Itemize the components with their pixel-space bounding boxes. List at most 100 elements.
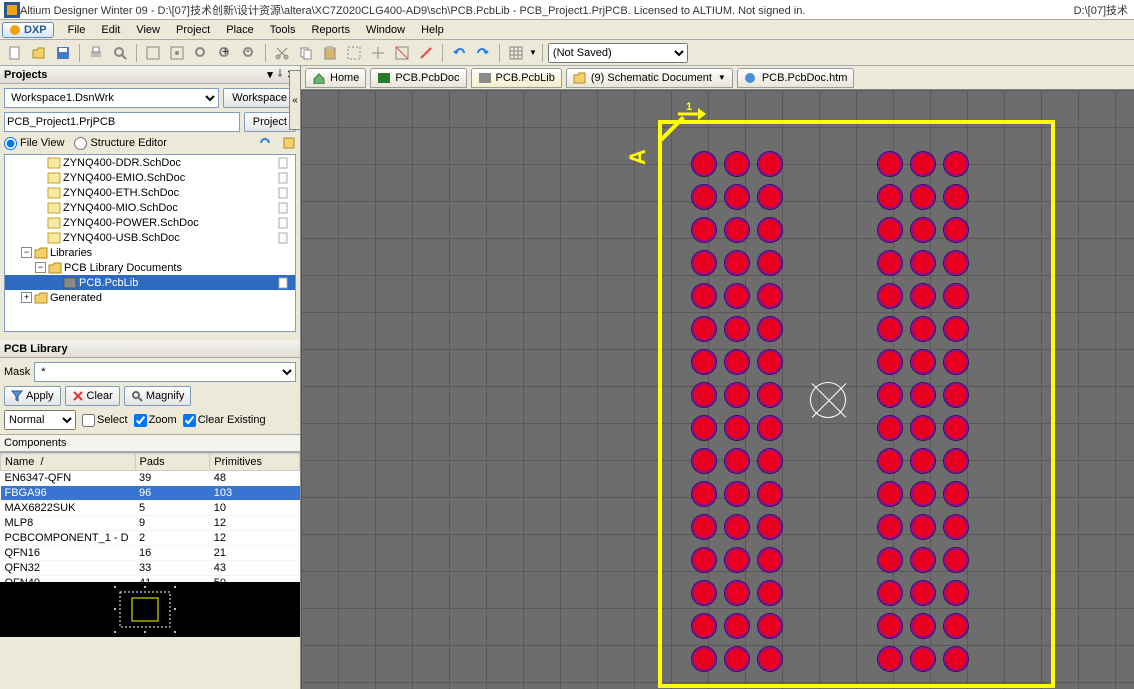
pad[interactable] bbox=[758, 317, 782, 341]
tree-libraries[interactable]: −Libraries bbox=[5, 245, 295, 260]
table-row[interactable]: PCBCOMPONENT_1 - D212 bbox=[1, 531, 300, 546]
structure-editor-radio[interactable]: Structure Editor bbox=[74, 137, 166, 150]
zoom-area-button[interactable] bbox=[142, 42, 164, 64]
pad[interactable] bbox=[944, 284, 968, 308]
pad[interactable] bbox=[878, 251, 902, 275]
pad[interactable] bbox=[692, 251, 716, 275]
clear-existing-checkbox[interactable]: Clear Existing bbox=[183, 414, 266, 427]
select-checkbox[interactable]: Select bbox=[82, 414, 128, 427]
pad[interactable] bbox=[758, 416, 782, 440]
pad[interactable] bbox=[692, 581, 716, 605]
pad[interactable] bbox=[725, 152, 749, 176]
pad[interactable] bbox=[944, 614, 968, 638]
tree-item[interactable]: ZYNQ400-ETH.SchDoc bbox=[5, 185, 295, 200]
pad[interactable] bbox=[878, 350, 902, 374]
pad[interactable] bbox=[692, 284, 716, 308]
components-table[interactable]: Name / Pads Primitives EN6347-QFN3948FBG… bbox=[0, 452, 300, 582]
pad[interactable] bbox=[878, 152, 902, 176]
open-button[interactable] bbox=[28, 42, 50, 64]
magnify-button[interactable]: Magnify bbox=[124, 386, 192, 406]
apply-button[interactable]: Apply bbox=[4, 386, 61, 406]
pad[interactable] bbox=[758, 614, 782, 638]
pad[interactable] bbox=[758, 152, 782, 176]
pad[interactable] bbox=[944, 152, 968, 176]
pad[interactable] bbox=[758, 647, 782, 671]
pad[interactable] bbox=[878, 383, 902, 407]
menu-window[interactable]: Window bbox=[358, 22, 413, 38]
menu-reports[interactable]: Reports bbox=[303, 22, 358, 38]
paste-button[interactable] bbox=[319, 42, 341, 64]
pad[interactable] bbox=[878, 284, 902, 308]
pad[interactable] bbox=[758, 482, 782, 506]
tree-pcblibdocs[interactable]: −PCB Library Documents bbox=[5, 260, 295, 275]
pad[interactable] bbox=[692, 647, 716, 671]
pad[interactable] bbox=[911, 251, 935, 275]
pad[interactable] bbox=[911, 581, 935, 605]
collapse-icon[interactable]: − bbox=[21, 247, 32, 258]
tab-home[interactable]: Home bbox=[305, 68, 366, 88]
pad[interactable] bbox=[725, 416, 749, 440]
pad[interactable] bbox=[944, 515, 968, 539]
pad[interactable] bbox=[911, 647, 935, 671]
grid-button[interactable] bbox=[505, 42, 527, 64]
panel-collapse-handle[interactable]: « bbox=[289, 70, 301, 130]
table-row[interactable]: MLP8912 bbox=[1, 516, 300, 531]
deselect-button[interactable] bbox=[391, 42, 413, 64]
menu-place[interactable]: Place bbox=[218, 22, 262, 38]
pad[interactable] bbox=[878, 647, 902, 671]
pad[interactable] bbox=[758, 383, 782, 407]
pad[interactable] bbox=[878, 416, 902, 440]
pad[interactable] bbox=[758, 548, 782, 572]
select-button[interactable] bbox=[343, 42, 365, 64]
pad[interactable] bbox=[911, 515, 935, 539]
tab-htm[interactable]: PCB.PcbDoc.htm bbox=[737, 68, 855, 88]
cut-button[interactable] bbox=[271, 42, 293, 64]
collapse-icon[interactable]: − bbox=[35, 262, 46, 273]
tree-pcblib-file[interactable]: PCB.PcbLib bbox=[5, 275, 295, 290]
pad[interactable] bbox=[692, 416, 716, 440]
col-primitives[interactable]: Primitives bbox=[210, 454, 300, 471]
pad[interactable] bbox=[725, 284, 749, 308]
pad[interactable] bbox=[758, 350, 782, 374]
pad[interactable] bbox=[878, 218, 902, 242]
pad[interactable] bbox=[944, 383, 968, 407]
pad[interactable] bbox=[944, 416, 968, 440]
pad[interactable] bbox=[944, 218, 968, 242]
col-pads[interactable]: Pads bbox=[135, 454, 210, 471]
pad[interactable] bbox=[878, 515, 902, 539]
pad[interactable] bbox=[944, 581, 968, 605]
pad[interactable] bbox=[944, 449, 968, 473]
pad[interactable] bbox=[692, 614, 716, 638]
pad[interactable] bbox=[878, 614, 902, 638]
refresh-icon[interactable] bbox=[258, 136, 272, 150]
pad[interactable] bbox=[911, 383, 935, 407]
workspace-button[interactable]: Workspace bbox=[223, 88, 296, 108]
pad[interactable] bbox=[911, 317, 935, 341]
preview-button[interactable] bbox=[109, 42, 131, 64]
pad[interactable] bbox=[944, 647, 968, 671]
redo-button[interactable] bbox=[472, 42, 494, 64]
pad[interactable] bbox=[878, 581, 902, 605]
pad[interactable] bbox=[725, 548, 749, 572]
pad[interactable] bbox=[944, 185, 968, 209]
save-profile-dropdown[interactable]: (Not Saved) bbox=[548, 43, 688, 63]
file-view-radio[interactable]: File View bbox=[4, 137, 64, 150]
table-row[interactable]: QFN323343 bbox=[1, 561, 300, 576]
pad[interactable] bbox=[944, 350, 968, 374]
tab-schematic-group[interactable]: (9) Schematic Document▼ bbox=[566, 68, 733, 88]
new-doc-button[interactable] bbox=[4, 42, 26, 64]
tab-pcblib[interactable]: PCB.PcbLib bbox=[471, 68, 562, 88]
col-name[interactable]: Name / bbox=[1, 454, 136, 471]
pad[interactable] bbox=[725, 614, 749, 638]
pad[interactable] bbox=[692, 218, 716, 242]
pad[interactable] bbox=[944, 251, 968, 275]
pad[interactable] bbox=[725, 350, 749, 374]
pad[interactable] bbox=[725, 251, 749, 275]
menu-tools[interactable]: Tools bbox=[262, 22, 304, 38]
settings-icon[interactable] bbox=[282, 136, 296, 150]
zoom-in-button[interactable]: + bbox=[214, 42, 236, 64]
pad[interactable] bbox=[725, 449, 749, 473]
table-row[interactable]: QFN161621 bbox=[1, 546, 300, 561]
pad[interactable] bbox=[878, 482, 902, 506]
pad[interactable] bbox=[758, 185, 782, 209]
